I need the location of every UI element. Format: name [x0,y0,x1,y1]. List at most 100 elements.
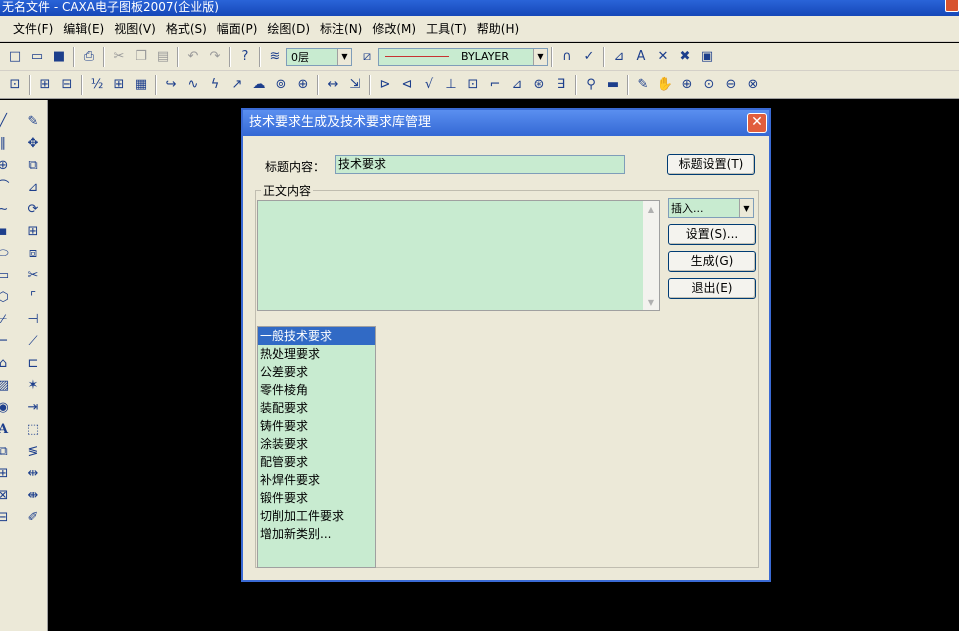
menu-view[interactable]: 视图(V) [109,20,161,37]
format-painter-icon[interactable]: ⬚ [24,420,42,438]
eraser-icon[interactable]: ✎ [24,112,42,130]
print-icon[interactable]: ⎙ [79,47,99,67]
text-style-icon[interactable]: A [631,47,651,67]
query-icon[interactable]: ⚲ [581,75,601,95]
fill-icon[interactable]: ◉ [0,398,12,416]
section-icon[interactable]: ⊿ [507,75,527,95]
menu-file[interactable]: 文件(F) [8,20,58,37]
hatch-icon[interactable]: ✖ [675,47,695,67]
rotate-icon[interactable]: ⟳ [24,200,42,218]
arrow-icon[interactable]: ↗ [227,75,247,95]
hole-icon[interactable]: ⊚ [271,75,291,95]
fillet-icon[interactable]: ⌜ [24,288,42,306]
scroll-track[interactable] [643,217,659,294]
weld-symbol-icon[interactable]: ⊳ [375,75,395,95]
title-content-input[interactable]: 技术要求 [335,155,625,174]
title-settings-button[interactable]: 标题设置(T) [667,154,755,175]
new-file-icon[interactable]: □ [5,47,25,67]
copy-icon[interactable]: ❐ [131,47,151,67]
polygon-icon[interactable]: ⬡ [0,288,12,306]
center-mark-icon[interactable]: ⊕ [293,75,313,95]
menu-dimension[interactable]: 标注(N) [315,20,367,37]
library-icon[interactable]: ⊞ [0,464,12,482]
exit-button[interactable]: 退出(E) [668,278,756,299]
coordinate-dim-icon[interactable]: ⇲ [345,75,365,95]
category-item[interactable]: 零件棱角 [258,381,375,399]
dialog-close-icon[interactable]: ✕ [747,113,767,133]
menu-edit[interactable]: 编辑(E) [58,20,109,37]
menu-modify[interactable]: 修改(M) [367,20,421,37]
cut-icon[interactable]: ✂ [109,47,129,67]
insert-select[interactable]: 插入... ▼ [668,198,754,218]
image-icon[interactable]: ▣ [697,47,717,67]
brush-icon[interactable]: ✐ [24,508,42,526]
chevron-down-icon[interactable]: ▼ [533,48,547,65]
point-icon[interactable]: ▪ [0,222,12,240]
zoom-out-icon[interactable]: ⊖ [721,75,741,95]
zoom-in-icon[interactable]: ⊕ [677,75,697,95]
text-icon[interactable]: A [0,420,12,438]
chevron-down-icon[interactable]: ▼ [739,199,753,217]
attribute-icon[interactable]: ⊟ [0,508,12,526]
menu-help[interactable]: 帮助(H) [472,20,524,37]
category-item[interactable]: 涂装要求 [258,435,375,453]
dimension-style-edit-icon[interactable]: ⇼ [24,486,42,504]
block-icon[interactable]: ⧉ [0,442,12,460]
arc-icon[interactable]: ⌒ [0,178,12,196]
linetype-select[interactable]: BYLAYER ▼ [378,47,548,66]
datum-icon[interactable]: ⊥ [441,75,461,95]
open-folder-icon[interactable]: ▭ [27,47,47,67]
category-item[interactable]: 切削加工件要求 [258,507,375,525]
layer-icon[interactable]: ≋ [265,47,285,67]
trim-icon[interactable]: ✂ [24,266,42,284]
settings-button[interactable]: 设置(S)... [668,224,756,245]
chevron-down-icon[interactable]: ▼ [337,48,351,65]
category-item[interactable]: 公差要求 [258,363,375,381]
tolerance-icon[interactable]: ⊲ [397,75,417,95]
zoom-all-icon[interactable]: ⊡ [5,75,25,95]
move-icon[interactable]: ✥ [24,134,42,152]
wave-line-icon[interactable]: ∿ [183,75,203,95]
sequence-number-icon[interactable]: ½ [87,75,107,95]
polyline-icon[interactable]: ↪ [161,75,181,95]
zigzag-icon[interactable]: ϟ [205,75,225,95]
roughness-icon[interactable]: √ [419,75,439,95]
centerline-icon[interactable]: ⌿ [0,310,12,328]
dimension-edit-icon[interactable]: ⇹ [24,464,42,482]
view-label-icon[interactable]: ⊛ [529,75,549,95]
leader-icon[interactable]: ⌐ [485,75,505,95]
line-icon[interactable]: ╱ [0,112,12,130]
explode-icon[interactable]: ✶ [24,376,42,394]
category-item[interactable]: 铸件要求 [258,417,375,435]
property-icon[interactable]: ✓ [579,47,599,67]
generate-button[interactable]: 生成(G) [668,251,756,272]
category-item[interactable]: 锻件要求 [258,489,375,507]
category-item[interactable]: 装配要求 [258,399,375,417]
zoom-window-icon[interactable]: ⊙ [699,75,719,95]
copy-select-icon[interactable]: ⧉ [24,156,42,174]
window-close-icon[interactable] [945,0,959,12]
paste-icon[interactable]: ▤ [153,47,173,67]
menu-format[interactable]: 格式(S) [161,20,212,37]
redo-icon[interactable]: ↷ [205,47,225,67]
category-list[interactable]: 一般技术要求 热处理要求 公差要求 零件棱角 装配要求 铸件要求 涂装要求 配管… [257,326,376,568]
cloud-icon[interactable]: ☁ [249,75,269,95]
circle-icon[interactable]: ⊕ [0,156,12,174]
pencil-icon[interactable]: ✎ [633,75,653,95]
measure-icon[interactable]: ⊿ [609,47,629,67]
pan-icon[interactable]: ✋ [655,75,675,95]
scroll-up-icon[interactable]: ▲ [643,201,659,217]
equidistant-icon[interactable]: ⌐ [0,332,12,350]
parallel-line-icon[interactable]: ∥ [0,134,12,152]
table-icon[interactable]: ⊞ [109,75,129,95]
extend-icon[interactable]: ⊣ [24,310,42,328]
menu-sheet[interactable]: 幅面(P) [212,20,263,37]
snap-icon[interactable]: ∩ [557,47,577,67]
menu-tools[interactable]: 工具(T) [421,20,472,37]
ellipse-icon[interactable]: ⬭ [0,244,12,262]
category-item[interactable]: 配管要求 [258,453,375,471]
category-item[interactable]: 增加新类别... [258,525,375,543]
insert-icon[interactable]: ⊠ [0,486,12,504]
zoom-previous-icon[interactable]: ⊗ [743,75,763,95]
layer-select[interactable]: 0层 ▼ [286,47,352,66]
